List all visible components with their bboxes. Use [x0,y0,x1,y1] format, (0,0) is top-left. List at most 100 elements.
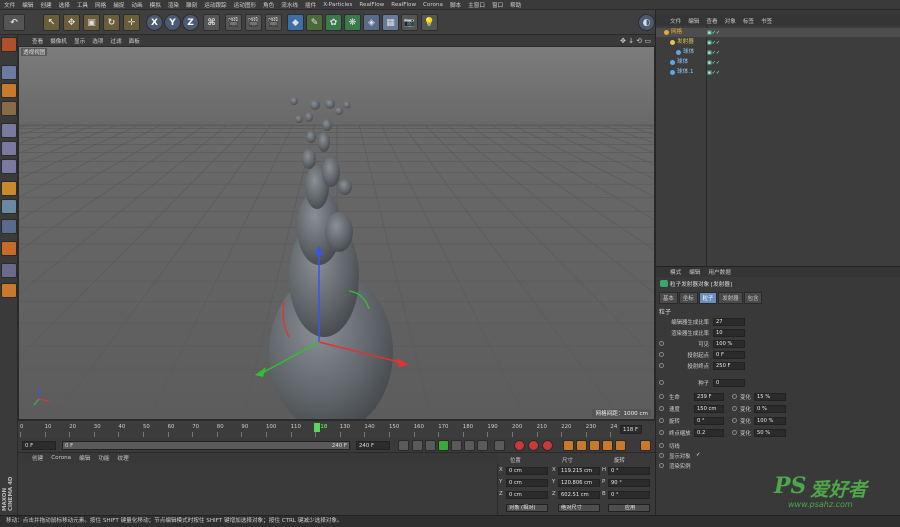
param-animate-radio[interactable] [732,418,737,423]
object-menu-item[interactable]: 书签 [761,17,772,25]
layout-button[interactable]: ◐ [638,14,655,31]
variation-value[interactable]: 0 % [754,405,786,413]
material-menu-item[interactable]: 功能 [98,454,109,462]
cube-button[interactable]: ◆ [287,14,304,31]
menu-item[interactable]: 帮助 [510,1,521,9]
param-animate-radio[interactable] [732,394,737,399]
menu-item[interactable]: 捕捉 [113,1,124,9]
texture-mode-icon[interactable] [1,83,17,98]
object-menu-item[interactable]: 编辑 [688,17,699,25]
material-menu-item[interactable]: 编辑 [79,454,90,462]
record-icon[interactable] [514,440,525,451]
object-row[interactable]: 网格 ▣✓✓ [656,28,900,37]
object-flags-icon[interactable]: ▣✓✓ [707,49,721,56]
menu-item[interactable]: 渲染 [168,1,179,9]
menu-item[interactable]: 窗口 [492,1,503,9]
rotate-tool-button[interactable]: ↻ [103,14,120,31]
timeline-menu-icon[interactable] [640,440,651,451]
param-animate-radio[interactable] [659,443,664,448]
checkbox[interactable]: ✓ [696,452,701,458]
viewport-menu-item[interactable]: 选项 [92,37,103,45]
attribute-subtab[interactable]: 基本 [659,292,678,304]
param-animate-radio[interactable] [659,463,664,468]
param-value[interactable]: 10 [713,329,745,337]
material-menu-item[interactable]: Corona [51,455,71,461]
menu-item[interactable]: 主窗口 [468,1,485,9]
size-field[interactable]: 602.51 cm [558,491,600,499]
object-flags-icon[interactable]: ▣✓✓ [707,39,721,46]
lock-icon[interactable] [1,241,17,256]
param-animate-radio[interactable] [659,406,664,411]
select-tool-button[interactable]: ↖ [43,14,60,31]
param-animate-radio[interactable] [732,406,737,411]
scale-tool-button[interactable]: ▣ [83,14,100,31]
param-value[interactable]: 0 F [713,351,745,359]
param-animate-radio[interactable] [732,430,737,435]
next-key-icon[interactable] [464,440,475,451]
param-value[interactable]: 0 ° [694,417,724,425]
object-flags-icon[interactable]: ▣✓✓ [707,59,721,66]
points-mode-icon[interactable] [1,123,17,138]
param-value[interactable]: 0.2 [694,429,724,437]
pen-spline-button[interactable]: ✎ [306,14,323,31]
param-value[interactable]: 100 % [713,340,745,348]
object-menu-item[interactable]: 查看 [706,17,717,25]
rotation-field[interactable]: 90 ° [608,479,650,487]
grid-icon[interactable] [1,263,17,278]
menu-item[interactable]: 脚本 [450,1,461,9]
viewport-menu-item[interactable]: 过滤 [110,37,121,45]
workplane-icon[interactable] [1,101,17,116]
viewport-menu-item[interactable]: 显示 [74,37,85,45]
attribute-subtab[interactable]: 坐标 [678,292,698,304]
param-animate-radio[interactable] [659,418,664,423]
menu-item[interactable]: 流水线 [281,1,298,9]
undo-button[interactable]: ↶ [3,14,25,31]
y-axis-button[interactable]: Y [164,14,181,31]
menu-item[interactable]: 角色 [263,1,274,9]
object-menu-item[interactable]: 对象 [725,17,736,25]
param-animate-radio[interactable] [659,380,664,385]
param-value[interactable]: 150 cm [694,405,724,413]
timeline-ruler[interactable]: 0 10 20 30 40 50 60 70 80 90 100 110 118 130 140 150 160… [18,420,655,438]
menu-item[interactable]: 工具 [77,1,88,9]
object-flags-icon[interactable]: ▣✓✓ [707,29,721,36]
camera-button[interactable]: 📷 [401,14,418,31]
render-settings-button[interactable]: 🎬 [265,14,282,31]
make-editable-icon[interactable] [1,37,17,52]
attribute-menu-item[interactable]: 编辑 [689,268,700,276]
attribute-subtab[interactable]: 包含 [743,292,763,304]
axis-mode-icon[interactable] [1,181,17,196]
param-value[interactable]: 239 F [694,393,724,401]
playhead[interactable] [314,423,320,432]
menu-item[interactable]: 插件 [305,1,316,9]
param-value[interactable]: 250 F [713,362,745,370]
object-menu-item[interactable]: 文件 [670,17,681,25]
attribute-subtab[interactable]: 粒子 [698,292,718,304]
render-view-button[interactable]: 🎬 [225,14,242,31]
soft-selection-icon[interactable] [1,283,17,298]
viewport-menu-item[interactable]: 面板 [129,37,140,45]
light-button[interactable]: 💡 [421,14,438,31]
loop-icon[interactable] [494,440,505,451]
snap-icon[interactable] [1,219,17,234]
menu-item[interactable]: 网格 [95,1,106,9]
apply-button[interactable]: 应用 [608,504,650,512]
menu-item[interactable]: 选择 [59,1,70,9]
end-frame-field[interactable]: 240 F [356,441,390,450]
polygons-mode-icon[interactable] [1,159,17,174]
variation-value[interactable]: 15 % [754,393,786,401]
move-tool-button[interactable]: ✥ [63,14,80,31]
param-value[interactable]: 0 [713,379,745,387]
attribute-menu-item[interactable]: 模式 [670,268,681,276]
position-field[interactable]: 0 cm [506,467,548,475]
z-axis-button[interactable]: Z [182,14,199,31]
menu-item[interactable]: 创建 [40,1,51,9]
size-field[interactable]: 119.215 cm [558,467,600,475]
material-menu-item[interactable]: 创建 [32,454,43,462]
viewport-menu-item[interactable]: 摄像机 [50,37,67,45]
menu-item[interactable]: Corona [423,2,443,8]
param-animate-radio[interactable] [659,453,664,458]
menu-item[interactable]: 运动跟踪 [204,1,226,9]
render-picture-button[interactable]: 🎬 [245,14,262,31]
object-row[interactable]: 发射器 ▣✓✓ [656,38,900,47]
